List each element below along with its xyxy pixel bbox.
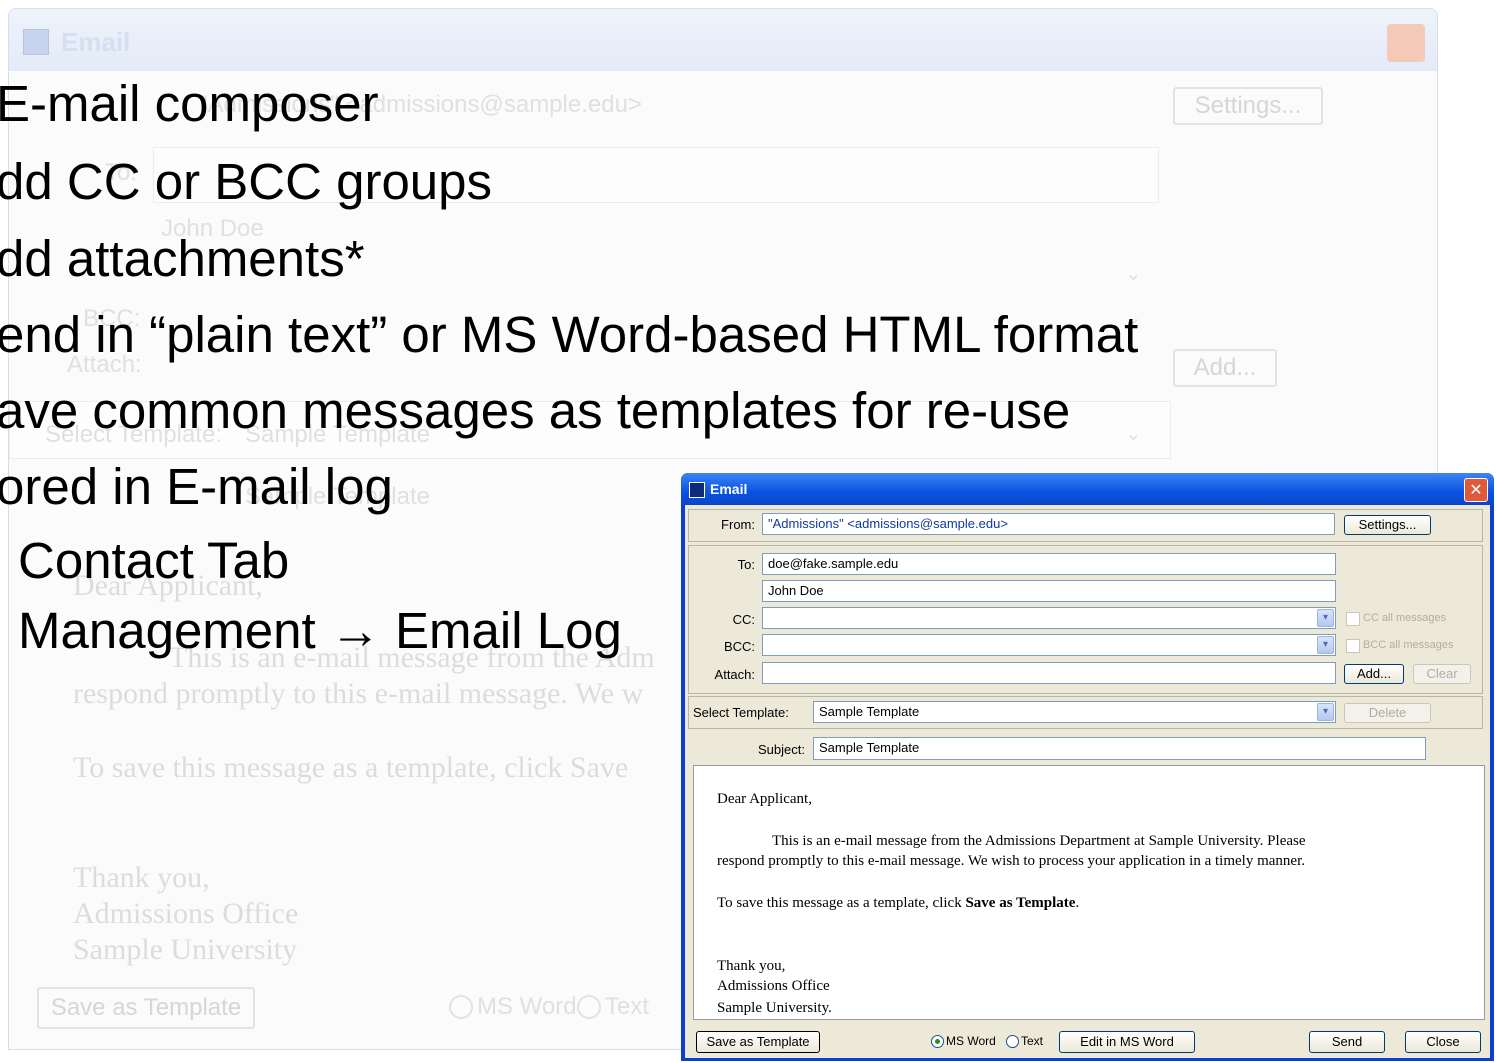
- cc-field[interactable]: [762, 607, 1336, 629]
- add-attachment-button[interactable]: Add...: [1344, 664, 1404, 684]
- ms-word-label: MS Word: [946, 1034, 996, 1048]
- body-para2-prefix: To save this message as a template, clic…: [717, 895, 966, 911]
- close-icon[interactable]: ✕: [1464, 478, 1488, 502]
- close-button[interactable]: Close: [1405, 1031, 1481, 1053]
- template-dropdown-icon[interactable]: ▾: [1317, 703, 1334, 721]
- body-thanks: Thank you,: [717, 958, 786, 974]
- background-text-radio: [577, 995, 601, 1019]
- dialog-title-bar[interactable]: Email: [681, 473, 1494, 505]
- background-title: Email: [61, 27, 131, 57]
- slide-line-7: Contact Tab: [18, 532, 290, 589]
- bcc-label: BCC:: [723, 639, 755, 654]
- background-close-icon: [1387, 24, 1425, 62]
- attach-label: Attach:: [714, 667, 755, 682]
- to-name-field[interactable]: John Doe: [762, 580, 1336, 602]
- body-para2-bold: Save as Template: [965, 895, 1076, 911]
- body-para1-line1: This is an e-mail message from the Admis…: [772, 833, 1306, 849]
- select-template-label: Select Template:: [693, 705, 789, 720]
- body-para1-line2: respond promptly to this e-mail message.…: [717, 853, 1305, 869]
- background-university: Sample University: [73, 933, 298, 966]
- background-thanks: Thank you,: [73, 861, 210, 894]
- background-add-button: Add...: [1173, 349, 1277, 387]
- body-para2: To save this message as a template, clic…: [717, 895, 1079, 912]
- slide-line-6: ored in E-mail log: [0, 458, 393, 515]
- cc-all-label: CC all messages: [1363, 612, 1447, 624]
- background-text-label: Text: [605, 993, 650, 1020]
- slide-line-3: dd attachments*: [0, 230, 365, 287]
- text-radio[interactable]: [1006, 1035, 1019, 1048]
- cc-dropdown-icon[interactable]: ▾: [1317, 609, 1334, 627]
- background-template-dropdown-icon: ⌄: [1125, 421, 1142, 445]
- subject-field[interactable]: Sample Template: [813, 737, 1426, 760]
- bcc-all-label: BCC all messages: [1363, 639, 1454, 651]
- slide-line-4: end in “plain text” or MS Word-based HTM…: [0, 306, 1139, 363]
- background-body-line2: respond promptly to this e-mail message.…: [73, 677, 644, 710]
- from-label: From:: [721, 517, 755, 532]
- to-label: To:: [737, 557, 755, 572]
- slide-line-2: dd CC or BCC groups: [0, 153, 493, 210]
- slide-line-5: ave common messages as templates for re-…: [0, 382, 1071, 439]
- save-as-template-button[interactable]: Save as Template: [696, 1031, 820, 1053]
- email-dialog: Email ✕ From: "Admissions" <admissions@s…: [681, 473, 1494, 1061]
- cc-all-checkbox[interactable]: [1346, 612, 1360, 626]
- to-field[interactable]: doe@fake.sample.edu: [762, 553, 1336, 575]
- body-office: Admissions Office: [717, 978, 830, 994]
- bcc-all-checkbox[interactable]: [1346, 639, 1360, 653]
- dialog-title: Email: [710, 481, 748, 497]
- cc-label: CC:: [732, 612, 755, 627]
- send-button[interactable]: Send: [1309, 1031, 1385, 1053]
- settings-button[interactable]: Settings...: [1344, 515, 1431, 535]
- dialog-client-area: From: "Admissions" <admissions@sample.ed…: [685, 505, 1490, 1058]
- background-office: Admissions Office: [73, 897, 299, 930]
- background-settings-button: Settings...: [1173, 87, 1323, 125]
- slide-line-8: Management → Email Log: [18, 602, 622, 659]
- background-body-line3: To save this message as a template, clic…: [73, 751, 629, 784]
- body-greeting: Dear Applicant,: [717, 791, 812, 807]
- attach-field[interactable]: [762, 662, 1336, 684]
- bcc-dropdown-icon[interactable]: ▾: [1317, 636, 1334, 654]
- body-university: Sample University.: [717, 1000, 832, 1016]
- background-title-bar: Email: [9, 9, 1437, 71]
- background-ms-word-radio: [449, 995, 473, 1019]
- delete-template-button[interactable]: Delete: [1344, 703, 1431, 723]
- ms-word-radio[interactable]: [931, 1035, 944, 1048]
- subject-label: Subject:: [758, 742, 805, 757]
- template-select[interactable]: Sample Template: [813, 701, 1336, 723]
- edit-in-ms-word-button[interactable]: Edit in MS Word: [1059, 1031, 1195, 1053]
- from-field[interactable]: "Admissions" <admissions@sample.edu>: [762, 513, 1335, 535]
- background-cc-dropdown-icon: ⌄: [1125, 261, 1142, 285]
- app-icon: [689, 482, 705, 498]
- slide-line-1: E-mail composer: [0, 75, 379, 132]
- app-icon: [23, 29, 49, 55]
- clear-attachment-button[interactable]: Clear: [1413, 664, 1471, 684]
- text-label: Text: [1021, 1034, 1044, 1048]
- background-ms-word-label: MS Word: [477, 993, 577, 1020]
- bcc-field[interactable]: [762, 634, 1336, 656]
- background-save-template-button: Save as Template: [37, 987, 255, 1029]
- body-para2-suffix: .: [1075, 895, 1080, 911]
